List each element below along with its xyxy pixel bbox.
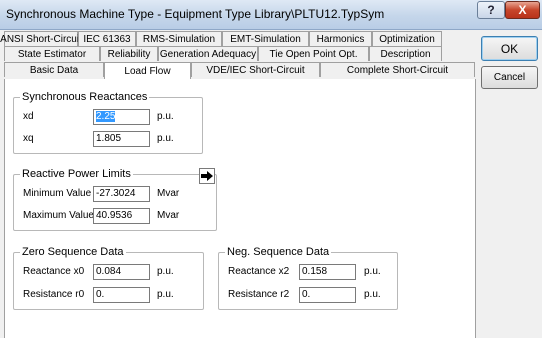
xd-unit: p.u.: [157, 111, 174, 122]
min-value-input[interactable]: -27.3024: [93, 186, 150, 202]
help-button[interactable]: ?: [477, 1, 505, 19]
tab-ansi-short-circuit[interactable]: ANSI Short-Circuit: [0, 31, 82, 46]
r2-label: Resistance r2: [228, 289, 290, 300]
sync-reactances-group: Synchronous Reactances xd 2.25 p.u. xq 1…: [13, 91, 203, 154]
reactive-power-limits-title: Reactive Power Limits: [20, 168, 133, 180]
right-arrow-icon: [201, 171, 213, 181]
limits-jump-button[interactable]: [199, 168, 215, 184]
r0-input[interactable]: 0.: [93, 287, 150, 303]
r2-unit: p.u.: [364, 289, 381, 300]
help-icon: ?: [487, 3, 495, 17]
max-value-input[interactable]: 40.9536: [93, 208, 150, 224]
tab-description[interactable]: Description: [369, 46, 442, 61]
x0-input[interactable]: 0.084: [93, 264, 150, 280]
neg-sequence-group: Neg. Sequence Data Reactance x2 0.158 p.…: [218, 246, 398, 310]
xd-input[interactable]: 2.25: [93, 109, 150, 125]
r0-label: Resistance r0: [23, 289, 85, 300]
xd-label: xd: [23, 111, 34, 122]
xq-unit: p.u.: [157, 133, 174, 144]
tab-iec-61363[interactable]: IEC 61363: [78, 31, 136, 46]
neg-sequence-title: Neg. Sequence Data: [225, 246, 332, 258]
close-button[interactable]: X: [505, 1, 540, 19]
tab-rms-simulation[interactable]: RMS-Simulation: [136, 31, 222, 46]
tab-emt-simulation[interactable]: EMT-Simulation: [222, 31, 309, 46]
tab-row-2: State Estimator Reliability Generation A…: [4, 46, 442, 61]
zero-sequence-group: Zero Sequence Data Reactance x0 0.084 p.…: [13, 246, 204, 310]
x0-unit: p.u.: [157, 266, 174, 277]
tab-vde-iec-short-circuit[interactable]: VDE/IEC Short-Circuit: [191, 62, 320, 77]
r2-input[interactable]: 0.: [299, 287, 356, 303]
reactive-power-limits-group: Reactive Power Limits Minimum Value -27.…: [13, 168, 217, 231]
tab-row-1: ANSI Short-Circuit IEC 61363 RMS-Simulat…: [0, 31, 442, 46]
max-value-label: Maximum Value: [23, 210, 94, 221]
close-icon: X: [518, 3, 527, 17]
tab-reliability[interactable]: Reliability: [100, 46, 158, 61]
tab-row-3: Basic Data Load Flow VDE/IEC Short-Circu…: [4, 62, 475, 79]
tab-load-flow[interactable]: Load Flow: [104, 62, 191, 79]
tab-optimization[interactable]: Optimization: [372, 31, 442, 46]
tab-basic-data[interactable]: Basic Data: [4, 62, 104, 77]
x2-input[interactable]: 0.158: [299, 264, 356, 280]
tab-state-estimator[interactable]: State Estimator: [4, 46, 100, 61]
tab-tie-open-point-opt[interactable]: Tie Open Point Opt.: [258, 46, 369, 61]
cancel-button[interactable]: Cancel: [481, 66, 538, 89]
zero-sequence-title: Zero Sequence Data: [20, 246, 126, 258]
ok-button[interactable]: OK: [481, 36, 538, 61]
title-bar: Synchronous Machine Type - Equipment Typ…: [0, 0, 542, 30]
tab-complete-short-circuit[interactable]: Complete Short-Circuit: [320, 62, 475, 77]
xq-label: xq: [23, 133, 34, 144]
tab-generation-adequacy[interactable]: Generation Adequacy: [158, 46, 258, 61]
load-flow-panel: Synchronous Reactances xd 2.25 p.u. xq 1…: [4, 79, 476, 338]
x2-unit: p.u.: [364, 266, 381, 277]
window-title: Synchronous Machine Type - Equipment Typ…: [6, 7, 385, 21]
r0-unit: p.u.: [157, 289, 174, 300]
xq-input[interactable]: 1.805: [93, 131, 150, 147]
x0-label: Reactance x0: [23, 266, 85, 277]
min-value-label: Minimum Value: [23, 188, 92, 199]
sync-reactances-title: Synchronous Reactances: [20, 91, 150, 103]
x2-label: Reactance x2: [228, 266, 290, 277]
max-value-unit: Mvar: [157, 210, 180, 221]
tab-harmonics[interactable]: Harmonics: [309, 31, 372, 46]
min-value-unit: Mvar: [157, 188, 180, 199]
